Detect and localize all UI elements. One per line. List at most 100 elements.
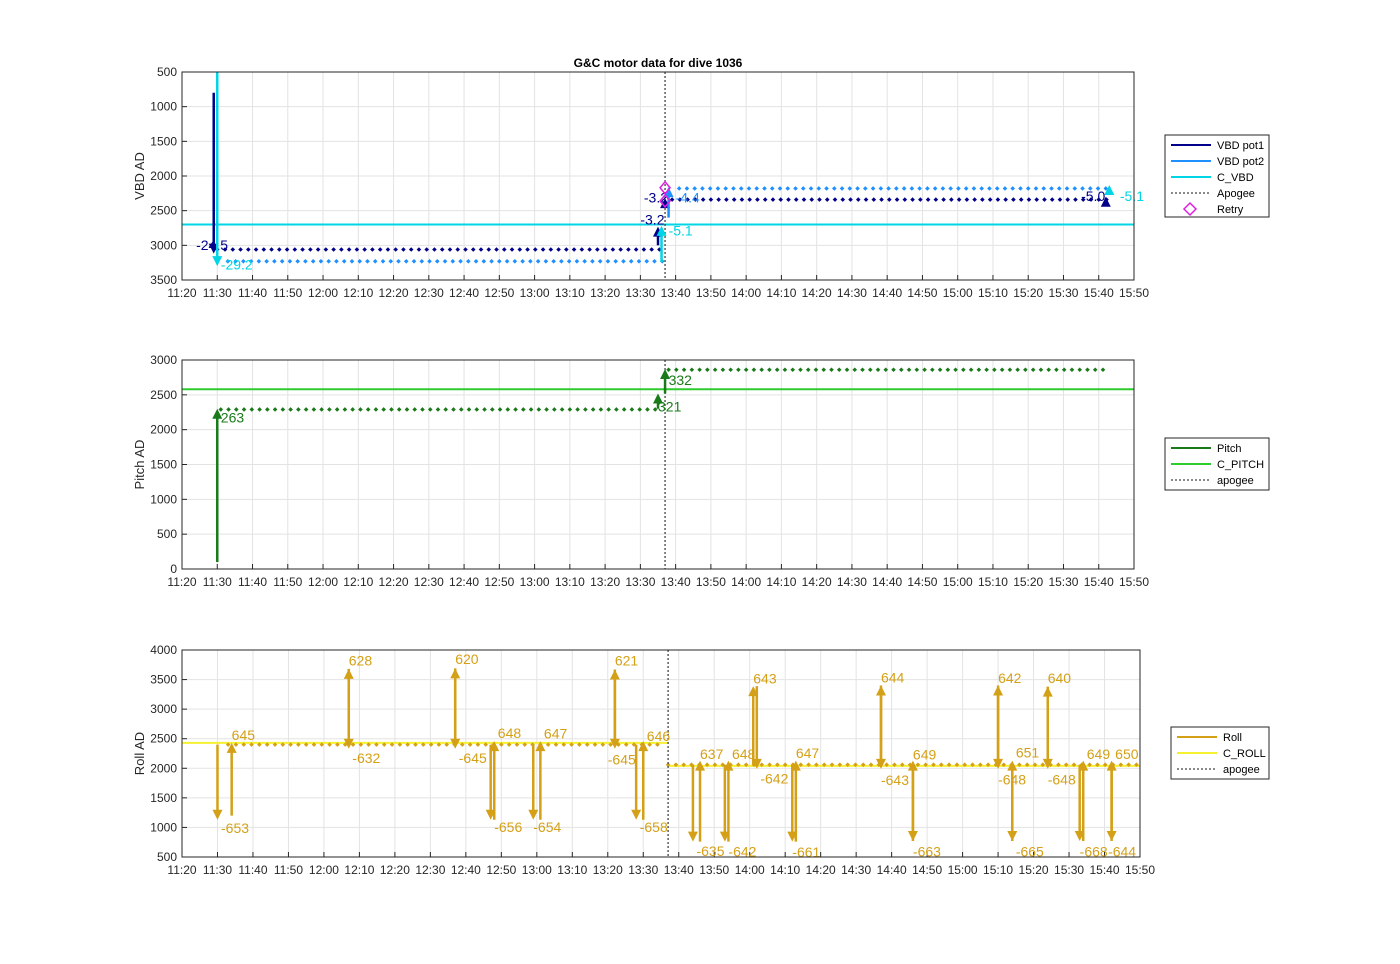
move-label: 332 — [669, 372, 693, 388]
move-label: -24.5 — [196, 237, 228, 253]
move-label: -658 — [640, 819, 668, 835]
legend-entry: Roll — [1223, 732, 1242, 744]
move-label: 647 — [796, 745, 820, 761]
legend: Pitch C_PITCHapogee — [1164, 437, 1270, 491]
move-label: 644 — [881, 670, 905, 686]
move-label: -3.2 — [640, 212, 664, 228]
legend-entry: VBD pot2 — [1217, 156, 1264, 168]
y-tick-label: 1500 — [150, 458, 177, 472]
x-tick-label: 11:20 — [167, 286, 196, 300]
move-label: -3.2 — [644, 189, 668, 205]
x-tick-label: 14:20 — [802, 575, 832, 589]
move-label: 628 — [349, 652, 373, 668]
x-tick-label: 14:20 — [806, 863, 836, 877]
move-label: -5.1 — [669, 223, 693, 239]
x-tick-label: 15:20 — [1019, 863, 1049, 877]
x-tick-label: 12:50 — [484, 286, 514, 300]
legend-entry: apogee — [1223, 764, 1260, 776]
x-tick-label: 15:30 — [1048, 575, 1078, 589]
move-label: 650 — [1115, 746, 1139, 762]
y-tick-label: 1000 — [150, 492, 177, 506]
move-label: 263 — [221, 410, 245, 426]
y-tick-label: 0 — [170, 562, 177, 576]
x-tick-label: 15:40 — [1084, 575, 1114, 589]
legend-entry: apogee — [1217, 475, 1254, 487]
move-label: 645 — [232, 727, 256, 743]
x-tick-label: 13:20 — [590, 575, 620, 589]
x-tick-label: 15:00 — [943, 575, 973, 589]
x-tick-label: 15:20 — [1013, 575, 1043, 589]
y-axis-label: Roll AD — [132, 732, 147, 775]
x-tick-label: 11:50 — [273, 575, 302, 589]
y-axis-label: VBD AD — [132, 152, 147, 200]
vbd-panel: 11:20 11:30 11:40 11:50 12:00 12:10 12:20 12:30… — [132, 65, 1270, 300]
x-tick-label: 15:40 — [1084, 286, 1114, 300]
move-label: 648 — [498, 725, 522, 741]
x-tick-label: 15:40 — [1090, 863, 1120, 877]
x-tick-label: 13:10 — [555, 286, 585, 300]
x-tick-label: 15:10 — [978, 575, 1008, 589]
x-tick-label: 13:50 — [696, 575, 726, 589]
y-tick-label: 3500 — [150, 273, 177, 287]
move-label: -5.1 — [1120, 188, 1144, 204]
move-label: -4.4 — [676, 189, 700, 205]
x-tick-label: 15:30 — [1048, 286, 1078, 300]
move-label: 648 — [732, 746, 756, 762]
x-tick-label: 11:40 — [238, 286, 267, 300]
y-tick-label: 3500 — [150, 673, 177, 687]
figure-canvas: G&C motor data for dive 1036 11:20 11:30 1… — [132, 56, 1270, 877]
x-tick-label: 14:30 — [837, 286, 867, 300]
legend-entry: Pitch — [1217, 443, 1241, 455]
x-tick-label: 12:30 — [414, 575, 444, 589]
x-tick-label: 14:40 — [877, 863, 907, 877]
legend: Roll C_ROLLapogee — [1170, 726, 1270, 780]
y-tick-label: 2500 — [150, 732, 177, 746]
x-tick-label: 14:30 — [841, 863, 871, 877]
move-label: 643 — [753, 671, 777, 687]
move-label: -635 — [696, 843, 724, 859]
x-tick-label: 11:30 — [203, 575, 232, 589]
x-tick-label: 11:20 — [167, 863, 196, 877]
y-tick-label: 2000 — [150, 169, 177, 183]
x-tick-label: 11:30 — [203, 286, 232, 300]
x-tick-label: 12:40 — [449, 286, 479, 300]
y-tick-label: 2000 — [150, 761, 177, 775]
x-tick-label: 15:50 — [1119, 575, 1149, 589]
x-tick-label: 14:00 — [731, 575, 761, 589]
x-tick-label: 11:40 — [238, 863, 267, 877]
y-tick-label: 4000 — [150, 643, 177, 657]
x-tick-label: 13:40 — [661, 575, 691, 589]
x-tick-label: 12:40 — [449, 575, 479, 589]
x-tick-label: 14:40 — [872, 286, 902, 300]
x-tick-label: 12:20 — [379, 575, 409, 589]
x-tick-label: 13:10 — [557, 863, 587, 877]
legend-entry: C_VBD — [1217, 172, 1254, 184]
y-tick-label: 500 — [157, 65, 177, 79]
move-label: 637 — [700, 746, 724, 762]
legend-entry: C_ROLL — [1223, 748, 1266, 760]
y-tick-label: 2500 — [150, 388, 177, 402]
x-tick-label: 15:20 — [1013, 286, 1043, 300]
figure-title: G&C motor data for dive 1036 — [574, 56, 743, 70]
x-tick-label: 15:10 — [983, 863, 1013, 877]
y-tick-label: 1000 — [150, 820, 177, 834]
move-label: -643 — [881, 772, 909, 788]
move-label: -645 — [608, 752, 636, 768]
x-tick-label: 14:40 — [872, 575, 902, 589]
move-label: -29.2 — [221, 257, 253, 273]
x-tick-label: 13:20 — [593, 863, 623, 877]
y-tick-label: 3000 — [150, 702, 177, 716]
move-label: 649 — [913, 746, 937, 762]
x-tick-label: 14:00 — [731, 286, 761, 300]
y-tick-label: 1000 — [150, 100, 177, 114]
x-tick-label: 15:00 — [943, 286, 973, 300]
x-tick-label: 13:00 — [520, 575, 550, 589]
x-tick-label: 15:50 — [1125, 863, 1155, 877]
x-tick-label: 14:30 — [837, 575, 867, 589]
x-tick-label: 13:00 — [520, 286, 550, 300]
x-tick-label: 12:00 — [308, 575, 338, 589]
x-tick-label: 14:10 — [766, 286, 796, 300]
y-tick-label: 500 — [157, 527, 177, 541]
x-tick-label: 14:50 — [907, 575, 937, 589]
legend-entry: C_PITCH — [1217, 459, 1264, 471]
